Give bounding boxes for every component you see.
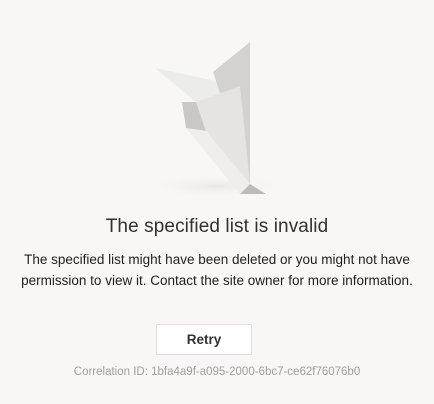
- correlation-label: Correlation ID:: [73, 366, 148, 378]
- paper-airplane-icon: [140, 36, 290, 201]
- correlation-id: Correlation ID: 1bfa4a9f-a095-2000-6bc7-…: [0, 366, 434, 378]
- error-message: The specified list might have been delet…: [21, 252, 413, 288]
- correlation-value: 1bfa4a9f-a095-2000-6bc7-ce62f76076b0: [151, 366, 361, 378]
- error-title: The specified list is invalid: [105, 216, 329, 237]
- error-page: The specified list is invalid The specif…: [0, 0, 434, 404]
- retry-button[interactable]: Retry: [156, 324, 252, 355]
